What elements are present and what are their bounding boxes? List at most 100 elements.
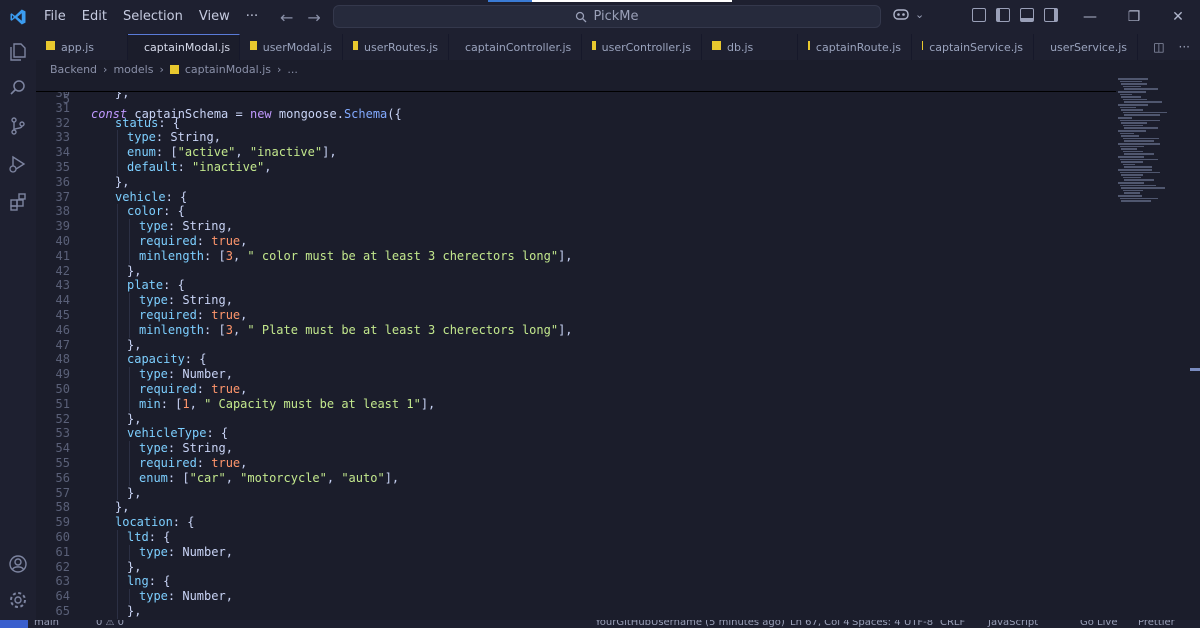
tab-label: captainModal.js [144, 41, 231, 54]
tab-userroutes-js[interactable]: userRoutes.js [343, 34, 449, 60]
breadcrumb-item[interactable]: models [113, 63, 153, 76]
code-text: }, [127, 338, 141, 353]
command-center-search[interactable]: PickMe [333, 5, 881, 28]
search-icon[interactable] [8, 78, 28, 98]
indent-guide [117, 411, 118, 427]
indentation-status[interactable]: Spaces: 4 [852, 620, 901, 628]
language-status[interactable]: JavaScript [988, 620, 1038, 628]
indent-guide [117, 485, 118, 501]
customize-layout-icon[interactable] [972, 8, 986, 22]
code-token: String [182, 293, 226, 308]
cursor-position[interactable]: Ln 67, Col 4 [790, 620, 850, 628]
code-text: type: String, [127, 130, 221, 145]
line-number: 39 [55, 219, 70, 234]
breadcrumb-item[interactable]: ... [287, 63, 298, 76]
line-number: 58 [55, 500, 70, 515]
eol-status[interactable]: CRLF [940, 620, 965, 628]
code-token: , [232, 248, 248, 263]
remote-indicator[interactable] [0, 620, 28, 628]
code-token: 3 [225, 248, 233, 263]
indent-guide [117, 337, 118, 353]
toggle-panel-icon[interactable] [1020, 8, 1034, 22]
minimap-line [1119, 197, 1158, 200]
code-text: required: true, [139, 456, 247, 471]
editor-actions: ◫ ··· [1153, 40, 1190, 54]
indent-guide [117, 396, 118, 412]
minimap-line [1122, 176, 1141, 179]
vertical-scrollbar[interactable] [1190, 78, 1200, 620]
toggle-primary-sidebar-icon[interactable] [996, 8, 1010, 22]
source-control-icon[interactable] [8, 116, 28, 136]
settings-gear-icon[interactable] [8, 590, 28, 610]
menu-file[interactable]: File [36, 0, 74, 34]
tab-userservice-js[interactable]: userService.js [1034, 34, 1138, 60]
extensions-icon[interactable] [8, 192, 28, 212]
js-file-icon [808, 40, 810, 50]
split-editor-icon[interactable]: ◫ [1153, 40, 1164, 54]
code-editor[interactable]: 5 const captainSchema = new mongoose.Sch… [36, 78, 1190, 620]
code-token: : { [206, 426, 229, 441]
account-icon[interactable] [8, 554, 28, 574]
close-icon[interactable]: ✕ [1156, 0, 1200, 34]
tab-captainmodal-js[interactable]: captainModal.js [128, 34, 240, 60]
line-number: 54 [55, 441, 70, 456]
indent-guide [129, 308, 130, 323]
code-token: type [139, 441, 168, 456]
scrollbar-thumb[interactable] [1190, 368, 1200, 371]
indent-guide [117, 470, 118, 486]
indent-guide [129, 441, 130, 456]
minimap-line [1121, 148, 1137, 150]
minimap-line [1118, 117, 1132, 119]
run-debug-icon[interactable] [8, 154, 28, 174]
prettier-status[interactable]: Prettier [1138, 620, 1175, 628]
code-text: type: Number, [139, 545, 233, 560]
tab-captaincontroller-js[interactable]: captainController.js [449, 34, 582, 60]
code-token: String [170, 130, 214, 145]
copilot-icon [893, 9, 909, 20]
toggle-secondary-sidebar-icon[interactable] [1044, 8, 1058, 22]
indent-guide [129, 248, 130, 264]
minimap-line [1119, 93, 1132, 96]
sticky-scroll-header[interactable]: 5 const captainSchema = new mongoose.Sch… [36, 78, 1116, 121]
copilot-button[interactable]: ⌄ [893, 7, 924, 21]
code-token: }, [127, 263, 142, 278]
code-token: : [167, 589, 183, 604]
minimap-line [1124, 179, 1154, 181]
minimap-line [1124, 153, 1154, 155]
forward-arrow-icon[interactable]: → [307, 8, 320, 27]
search-label: PickMe [593, 9, 639, 24]
chevron-right-icon: › [103, 62, 108, 76]
code-token: " Plate must be at least 3 cherectors lo… [247, 322, 559, 337]
breadcrumb-item[interactable]: Backend [50, 63, 97, 76]
problems-status[interactable]: 0 ⚠ 0 [96, 620, 124, 628]
tab-captainroute-js[interactable]: captainRoute.js [798, 34, 912, 60]
branch-status[interactable]: main [34, 620, 59, 628]
minimap-line [1119, 171, 1160, 174]
tab-label: userController.js [601, 40, 691, 54]
indent-guide [117, 234, 118, 249]
minimize-icon[interactable]: — [1068, 0, 1112, 34]
minimap-line [1118, 169, 1152, 171]
restore-icon[interactable]: ❐ [1112, 0, 1156, 34]
tab-usercontroller-js[interactable]: userController.js [582, 34, 702, 60]
explorer-icon[interactable] [8, 42, 28, 62]
code-token: enum [127, 145, 156, 160]
tab-captainservice-js[interactable]: captainService.js [912, 34, 1034, 60]
menu-view[interactable]: View [191, 0, 238, 34]
minimap-line [1122, 98, 1147, 101]
git-blame-status[interactable]: YourGitHubUsername (5 minutes ago) [595, 620, 785, 628]
encoding-status[interactable]: UTF-8 [904, 620, 933, 628]
menu-selection[interactable]: Selection [115, 0, 191, 34]
title-accent-left [488, 0, 532, 2]
menu-more[interactable]: ··· [238, 0, 266, 34]
tab-app-js[interactable]: app.js [36, 34, 128, 60]
go-live-button[interactable]: Go Live [1080, 620, 1117, 628]
menu-edit[interactable]: Edit [74, 0, 115, 34]
tab-usermodal-js[interactable]: userModal.js [240, 34, 343, 60]
tab-db-js[interactable]: db.js [702, 34, 798, 60]
code-token: , [225, 470, 241, 485]
back-arrow-icon[interactable]: ← [280, 8, 293, 27]
breadcrumb-item[interactable]: captainModal.js [185, 63, 271, 76]
more-actions-icon[interactable]: ··· [1179, 40, 1190, 54]
minimap[interactable] [1118, 78, 1190, 218]
